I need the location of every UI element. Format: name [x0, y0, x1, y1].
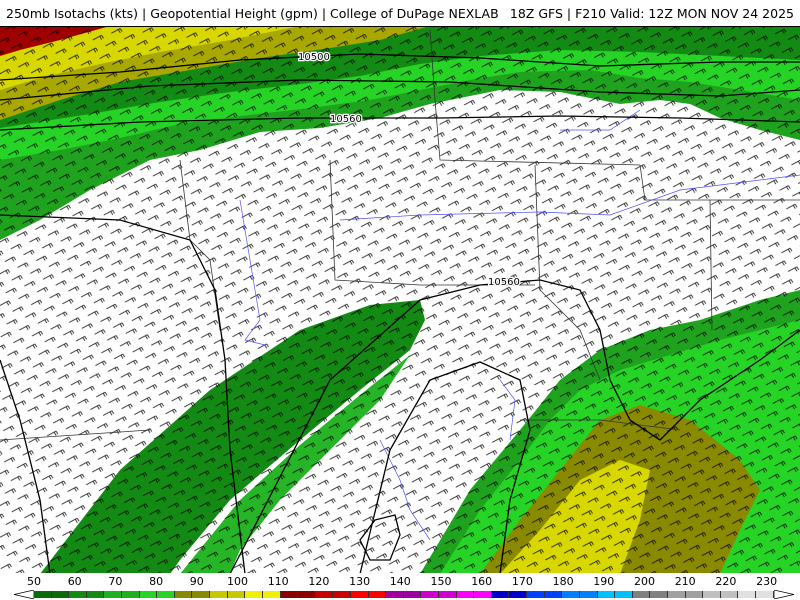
legend-right-arrow-icon — [774, 590, 794, 599]
legend-label: 130 — [349, 575, 371, 588]
legend-label: 120 — [308, 575, 330, 588]
legend-label: 70 — [108, 575, 123, 588]
legend-swatch — [262, 591, 281, 598]
valid-time: 18Z GFS | F210 Valid: 12Z MON NOV 24 202… — [509, 6, 794, 21]
legend-swatch — [104, 591, 123, 598]
legend-swatch — [192, 591, 211, 598]
legend-swatch — [245, 591, 263, 598]
legend-swatch — [280, 591, 299, 598]
legend-swatch — [755, 591, 774, 598]
legend-swatch — [368, 591, 387, 598]
legend-swatch — [439, 591, 457, 598]
legend-swatch — [738, 591, 756, 598]
legend-label: 170 — [511, 575, 533, 588]
legend-swatch — [298, 591, 316, 598]
legend-swatch — [227, 591, 246, 598]
legend-label: 150 — [430, 575, 452, 588]
legend-swatch — [632, 591, 651, 598]
legend-swatch — [562, 591, 580, 598]
wind-map: 10500 10560 10560 — [0, 26, 800, 575]
legend-label: 220 — [715, 575, 737, 588]
legend-swatch — [69, 591, 87, 598]
legend-label: 110 — [267, 575, 289, 588]
contour-label-10500: 10500 — [298, 52, 330, 63]
legend-swatch — [122, 591, 140, 598]
legend-swatch — [86, 591, 105, 598]
legend-label: 180 — [552, 575, 574, 588]
legend-left-arrow-icon — [14, 590, 34, 599]
legend-label: 210 — [674, 575, 696, 588]
legend-label: 160 — [471, 575, 493, 588]
legend-swatch — [544, 591, 563, 598]
legend-swatch — [615, 591, 633, 598]
legend-swatch — [579, 591, 598, 598]
legend-swatch — [157, 591, 175, 598]
legend-label: 50 — [27, 575, 41, 588]
wind-barbs-layer — [0, 26, 800, 574]
legend-swatch — [333, 591, 351, 598]
legend-swatch — [650, 591, 668, 598]
legend-swatch — [456, 591, 475, 598]
legend-swatch — [210, 591, 228, 598]
legend-swatch — [491, 591, 510, 598]
legend-swatch — [667, 591, 686, 598]
legend-label: 80 — [149, 575, 164, 588]
legend-label: 60 — [67, 575, 82, 588]
legend-label: 90 — [189, 575, 204, 588]
legend-swatch — [51, 591, 70, 598]
legend-swatch — [386, 591, 404, 598]
color-legend: 50 60 70 80 90 100 110 120 130 140 150 160 170 180 190… — [0, 573, 800, 600]
legend-swatch — [703, 591, 721, 598]
legend-label: 230 — [756, 575, 778, 588]
legend-swatches — [34, 591, 774, 598]
legend-label: 200 — [634, 575, 655, 588]
legend-swatch — [350, 591, 369, 598]
legend-swatch — [403, 591, 422, 598]
legend-swatch — [527, 591, 545, 598]
contour-label-10560-north: 10560 — [330, 114, 362, 125]
legend-swatch — [421, 591, 440, 598]
legend-swatch — [315, 591, 334, 598]
legend-swatch — [720, 591, 739, 598]
legend-swatch — [174, 591, 193, 598]
legend-label: 190 — [593, 575, 615, 588]
contour-label-10560-center: 10560 — [488, 277, 520, 288]
legend-label: 140 — [389, 575, 411, 588]
legend-swatch — [474, 591, 492, 598]
legend-swatch — [597, 591, 616, 598]
legend-label: 100 — [227, 575, 248, 588]
legend-swatch — [685, 591, 704, 598]
title-bar: 250mb Isotachs (kts) | Geopotential Heig… — [0, 0, 800, 27]
product-title: 250mb Isotachs (kts) | Geopotential Heig… — [6, 6, 499, 21]
legend-swatch — [509, 591, 528, 598]
legend-swatch — [34, 591, 52, 598]
legend-swatch — [139, 591, 158, 598]
